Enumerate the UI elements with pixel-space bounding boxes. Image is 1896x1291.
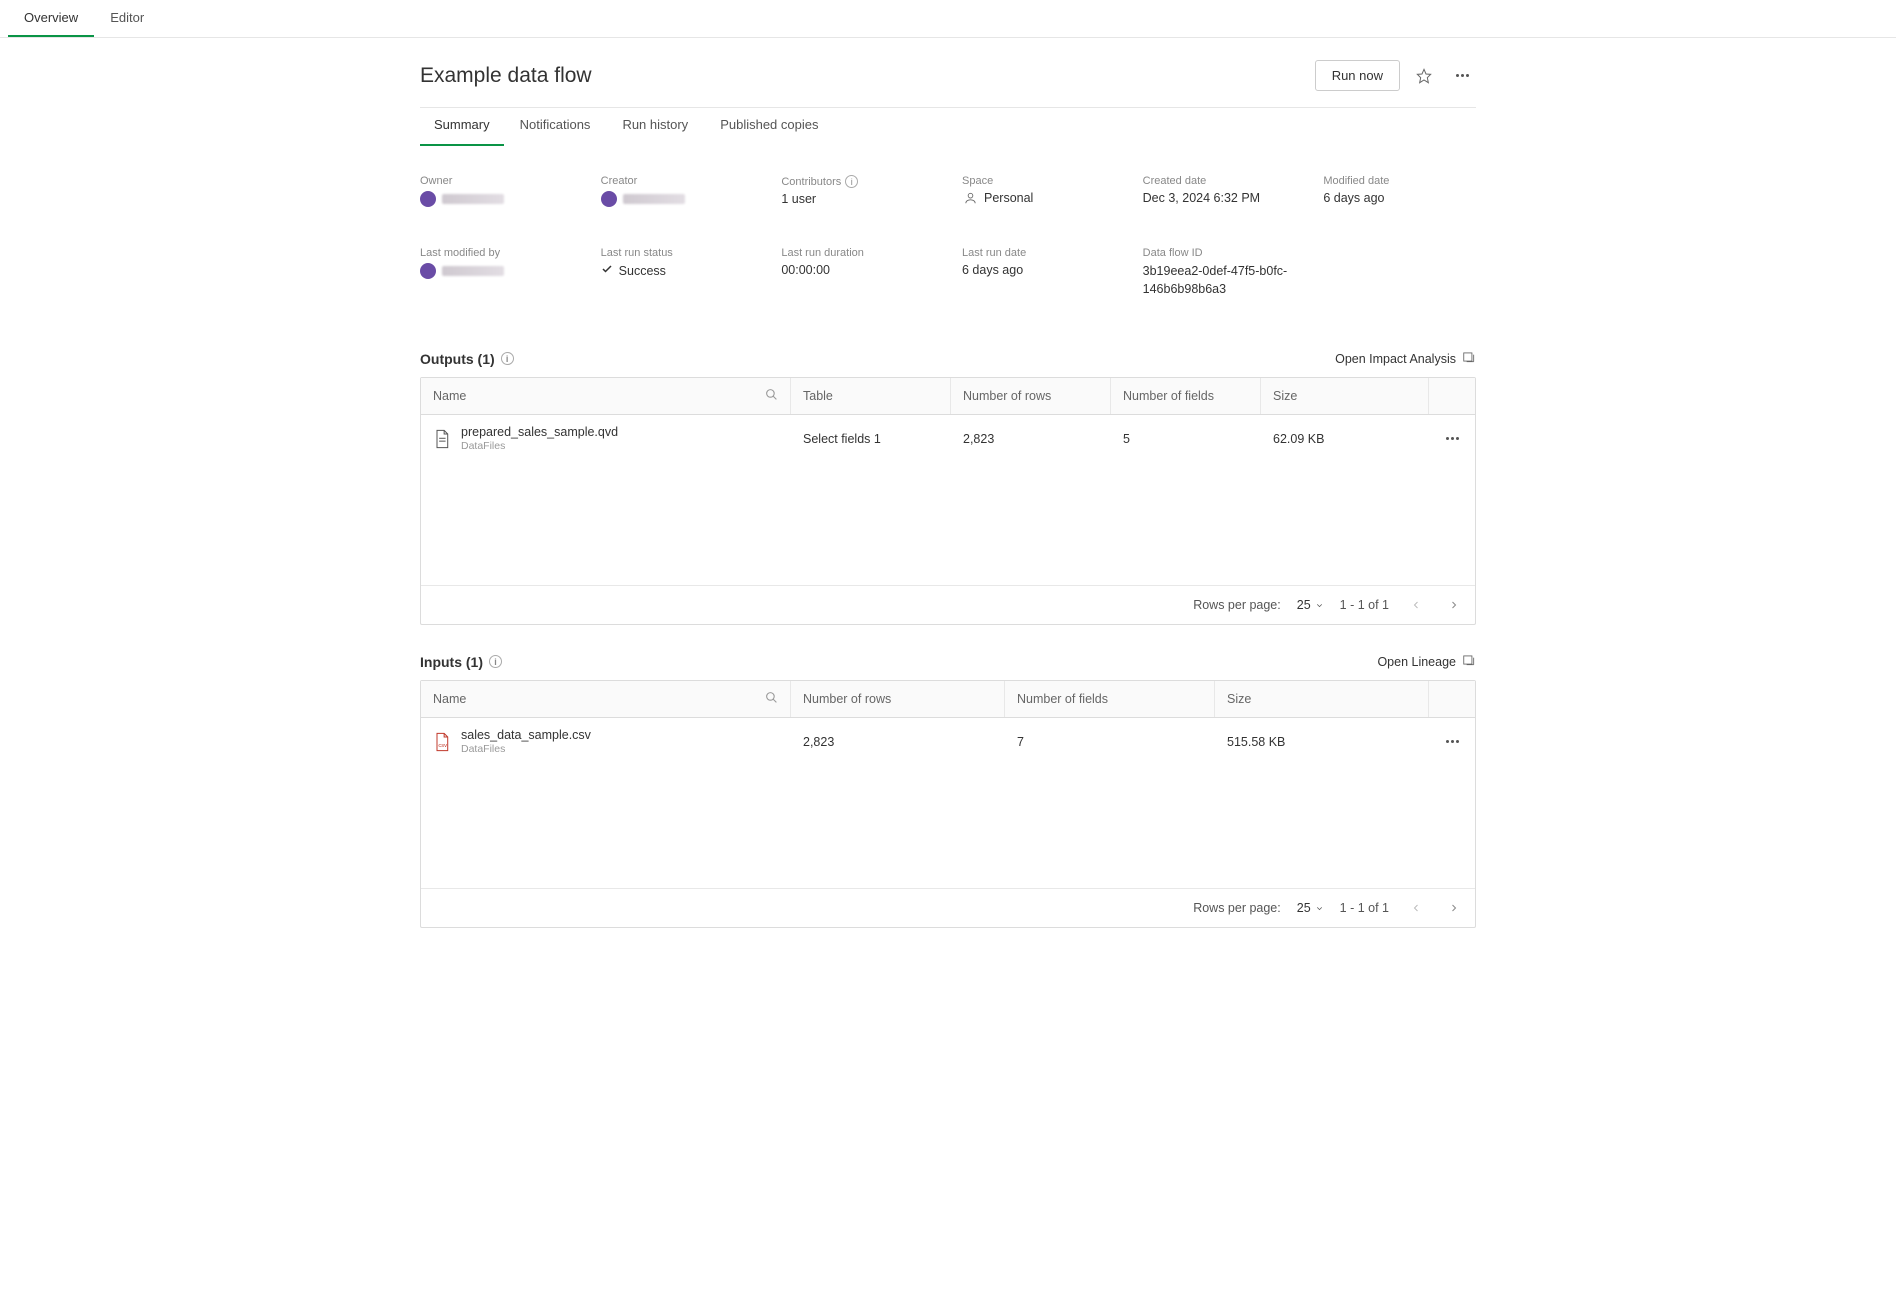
outputs-header-fields[interactable]: Number of fields — [1111, 378, 1261, 414]
contributors-label: Contributors — [781, 176, 841, 188]
more-actions-icon[interactable] — [1448, 62, 1476, 90]
last-run-date-value: 6 days ago — [962, 263, 1115, 277]
output-size-value: 62.09 KB — [1261, 432, 1429, 446]
output-row-menu[interactable] — [1429, 437, 1475, 440]
contributors-value: 1 user — [781, 192, 934, 206]
impact-analysis-icon — [1462, 350, 1476, 367]
last-mod-name — [442, 266, 504, 276]
lineage-icon — [1462, 653, 1476, 670]
flow-id-label: Data flow ID — [1143, 247, 1476, 259]
svg-text:csv: csv — [438, 743, 447, 749]
pager-next-icon[interactable] — [1443, 897, 1465, 919]
open-lineage-link[interactable]: Open Lineage — [1377, 653, 1476, 670]
inputs-header-menu — [1429, 681, 1475, 717]
input-file-name: sales_data_sample.csv — [461, 728, 591, 742]
inputs-header-name[interactable]: Name — [433, 692, 466, 706]
qvd-file-icon — [433, 429, 451, 449]
output-rows-value: 2,823 — [951, 432, 1111, 446]
tab-overview[interactable]: Overview — [8, 0, 94, 37]
pager-rows-select[interactable]: 25 — [1297, 598, 1324, 612]
output-file-name: prepared_sales_sample.qvd — [461, 425, 618, 439]
output-fields-value: 5 — [1111, 432, 1261, 446]
search-icon[interactable] — [765, 691, 778, 707]
last-modified-by-label: Last modified by — [420, 247, 573, 259]
inputs-header-fields[interactable]: Number of fields — [1005, 681, 1215, 717]
space-label: Space — [962, 175, 1115, 187]
last-run-status-value: Success — [619, 264, 666, 278]
creator-name — [623, 194, 685, 204]
csv-file-icon: csv — [433, 732, 451, 752]
input-fields-value: 7 — [1005, 735, 1215, 749]
outputs-header-menu — [1429, 378, 1475, 414]
subtab-run-history[interactable]: Run history — [606, 107, 704, 146]
favorite-star-icon[interactable] — [1410, 62, 1438, 90]
pager-prev-icon[interactable] — [1405, 594, 1427, 616]
last-run-date-label: Last run date — [962, 247, 1115, 259]
open-impact-analysis-link[interactable]: Open Impact Analysis — [1335, 350, 1476, 367]
pager-rows-label: Rows per page: — [1193, 901, 1281, 915]
outputs-header-size[interactable]: Size — [1261, 378, 1429, 414]
success-check-icon — [601, 263, 613, 278]
outputs-header-table[interactable]: Table — [791, 378, 951, 414]
last-run-duration-label: Last run duration — [781, 247, 934, 259]
inputs-title: Inputs (1) — [420, 654, 483, 670]
outputs-header-name[interactable]: Name — [433, 389, 466, 403]
flow-id-value: 3b19eea2-0def-47f5-b0fc-146b6b98b6a3 — [1143, 263, 1303, 298]
outputs-table-row[interactable]: prepared_sales_sample.qvd DataFiles Sele… — [421, 415, 1475, 462]
inputs-header-size[interactable]: Size — [1215, 681, 1429, 717]
outputs-header-rows[interactable]: Number of rows — [951, 378, 1111, 414]
creator-label: Creator — [601, 175, 754, 187]
input-size-value: 515.58 KB — [1215, 735, 1429, 749]
owner-avatar — [420, 191, 436, 207]
last-run-duration-value: 00:00:00 — [781, 263, 934, 277]
info-icon[interactable]: i — [489, 655, 502, 668]
created-value: Dec 3, 2024 6:32 PM — [1143, 191, 1296, 205]
info-icon[interactable]: i — [845, 175, 858, 188]
page-title: Example data flow — [420, 64, 592, 88]
info-icon[interactable]: i — [501, 352, 514, 365]
owner-label: Owner — [420, 175, 573, 187]
subtab-summary[interactable]: Summary — [420, 107, 504, 146]
pager-rows-select[interactable]: 25 — [1297, 901, 1324, 915]
tab-editor[interactable]: Editor — [94, 0, 160, 37]
last-mod-avatar — [420, 263, 436, 279]
subtab-notifications[interactable]: Notifications — [504, 107, 607, 146]
creator-avatar — [601, 191, 617, 207]
last-run-status-label: Last run status — [601, 247, 754, 259]
search-icon[interactable] — [765, 388, 778, 404]
modified-label: Modified date — [1323, 175, 1476, 187]
input-row-menu[interactable] — [1429, 740, 1475, 743]
owner-name — [442, 194, 504, 204]
pager-range: 1 - 1 of 1 — [1340, 901, 1389, 915]
pager-next-icon[interactable] — [1443, 594, 1465, 616]
created-label: Created date — [1143, 175, 1296, 187]
output-table-value: Select fields 1 — [791, 432, 951, 446]
input-rows-value: 2,823 — [791, 735, 1005, 749]
pager-range: 1 - 1 of 1 — [1340, 598, 1389, 612]
pager-rows-label: Rows per page: — [1193, 598, 1281, 612]
modified-value: 6 days ago — [1323, 191, 1476, 205]
personal-space-icon — [962, 191, 978, 205]
subtab-published-copies[interactable]: Published copies — [704, 107, 834, 146]
output-file-location: DataFiles — [461, 440, 618, 452]
run-now-button[interactable]: Run now — [1315, 60, 1400, 91]
pager-prev-icon[interactable] — [1405, 897, 1427, 919]
inputs-table-row[interactable]: csv sales_data_sample.csv DataFiles 2,82… — [421, 718, 1475, 765]
inputs-header-rows[interactable]: Number of rows — [791, 681, 1005, 717]
input-file-location: DataFiles — [461, 743, 591, 755]
space-value: Personal — [984, 191, 1033, 205]
outputs-title: Outputs (1) — [420, 351, 495, 367]
